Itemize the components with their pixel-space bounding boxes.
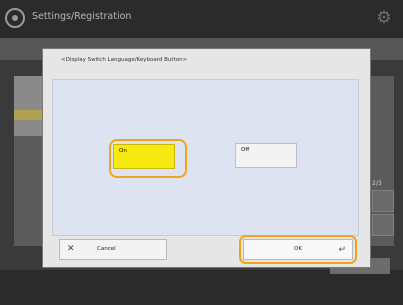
app-title: Settings/Registration bbox=[32, 11, 132, 22]
page-indicator: 2/3 bbox=[372, 180, 382, 187]
dialog-title: <Display Switch Language/Keyboard Button… bbox=[61, 57, 188, 63]
options-area bbox=[52, 79, 359, 236]
cancel-label: Cancel bbox=[97, 246, 116, 252]
background-list bbox=[14, 76, 44, 136]
cancel-button[interactable]: ✕ Cancel bbox=[59, 239, 167, 260]
page-down-button[interactable] bbox=[372, 214, 394, 236]
dialog: <Display Switch Language/Keyboard Button… bbox=[42, 48, 371, 268]
background-list-selected bbox=[14, 110, 44, 120]
page-up-button[interactable] bbox=[372, 190, 394, 212]
highlight-ring-ok bbox=[239, 235, 357, 264]
highlight-ring-on bbox=[109, 139, 187, 178]
option-off-label: Off bbox=[241, 147, 250, 153]
option-off-button[interactable]: Off bbox=[235, 143, 297, 168]
bottom-bar bbox=[0, 270, 403, 305]
gear-icon[interactable]: ⚙ bbox=[375, 9, 393, 27]
settings-registration-icon bbox=[5, 8, 25, 28]
close-icon: ✕ bbox=[67, 244, 75, 254]
top-bar: Settings/Registration ⚙ bbox=[0, 0, 403, 38]
